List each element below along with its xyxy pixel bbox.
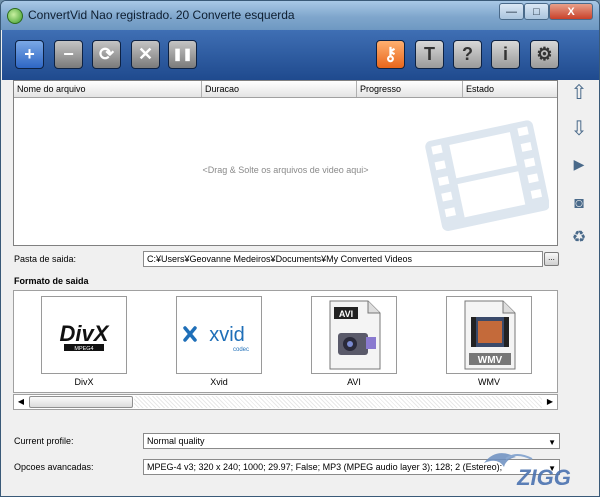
svg-text:ZIGG: ZIGG bbox=[516, 465, 571, 490]
xvid-logo-icon: xvid codec bbox=[183, 324, 249, 353]
scroll-track[interactable] bbox=[134, 396, 542, 408]
profile-select-value: Normal quality bbox=[147, 436, 205, 446]
minimize-button[interactable]: — bbox=[499, 3, 524, 20]
snapshot-camera-icon[interactable]: ◙ bbox=[566, 191, 592, 217]
move-down-arrow-icon[interactable]: ⇩ bbox=[566, 116, 592, 142]
app-window: ConvertVid Nao registrado. 20 Converte e… bbox=[0, 0, 600, 497]
output-folder-label: Pasta de saida: bbox=[14, 254, 77, 264]
stop-button[interactable]: ✕ bbox=[131, 40, 160, 69]
register-key-button[interactable]: ⚷ bbox=[376, 40, 405, 69]
svg-text:MPEG4: MPEG4 bbox=[74, 346, 93, 352]
column-header-filename[interactable]: Nome do arquivo bbox=[14, 81, 202, 97]
output-format-heading: Formato de saida bbox=[14, 276, 89, 286]
maximize-button[interactable]: □ bbox=[524, 3, 549, 20]
file-list-header: Nome do arquivo Duracao Progresso Estado bbox=[14, 81, 557, 98]
format-label-wmv: WMV bbox=[478, 377, 500, 387]
format-option-xvid[interactable]: xvid codec bbox=[176, 296, 262, 374]
svg-text:AVI: AVI bbox=[339, 309, 353, 319]
info-button[interactable]: i bbox=[491, 40, 520, 69]
text-settings-button[interactable]: T bbox=[415, 40, 444, 69]
drop-hint-text: <Drag & Solte os arquivos de video aqui> bbox=[202, 165, 369, 175]
svg-text:codec: codec bbox=[233, 347, 249, 353]
pause-button[interactable]: ❚❚ bbox=[168, 40, 197, 69]
avi-file-icon: AVI bbox=[329, 300, 381, 370]
main-toolbar: + − ⟳ ✕ ❚❚ ⚷ T ? i ⚙ bbox=[2, 30, 599, 80]
wmv-file-icon: WMV bbox=[464, 300, 516, 370]
svg-text:WMV: WMV bbox=[478, 355, 503, 366]
advanced-options-value: MPEG-4 v3; 320 x 240; 1000; 29.97; False… bbox=[147, 462, 503, 472]
format-scrollbar[interactable]: ◀ ▶ bbox=[13, 394, 558, 410]
window-title: ConvertVid Nao registrado. 20 Converte e… bbox=[28, 8, 295, 22]
format-label-avi: AVI bbox=[347, 377, 361, 387]
preview-play-icon[interactable]: ▶ bbox=[566, 151, 592, 177]
column-header-progress[interactable]: Progresso bbox=[357, 81, 463, 97]
trash-icon[interactable]: ♻ bbox=[566, 225, 592, 251]
format-label-xvid: Xvid bbox=[210, 377, 228, 387]
title-bar[interactable]: ConvertVid Nao registrado. 20 Converte e… bbox=[1, 1, 599, 30]
output-folder-field[interactable]: C:¥Users¥Geovanne Medeiros¥Documents¥My … bbox=[143, 251, 543, 267]
close-button[interactable]: X bbox=[549, 3, 593, 20]
format-label-divx: DivX bbox=[74, 377, 94, 387]
convert-button[interactable]: ⟳ bbox=[92, 40, 121, 69]
svg-text:DivX: DivX bbox=[60, 321, 110, 346]
format-option-wmv[interactable]: WMV bbox=[446, 296, 532, 374]
app-logo-icon bbox=[7, 8, 23, 24]
move-up-arrow-icon[interactable]: ⇧ bbox=[566, 80, 592, 106]
scroll-thumb[interactable] bbox=[29, 396, 133, 408]
svg-text:xvid: xvid bbox=[209, 324, 245, 346]
file-list[interactable]: Nome do arquivo Duracao Progresso Estado… bbox=[13, 80, 558, 246]
scroll-left-arrow-icon[interactable]: ◀ bbox=[14, 395, 28, 409]
column-header-duration[interactable]: Duracao bbox=[202, 81, 357, 97]
current-profile-label: Current profile: bbox=[14, 436, 74, 446]
format-gallery: DivX MPEG4 DivX xvid codec Xvid AVI AVI … bbox=[13, 290, 558, 393]
advanced-options-label: Opcoes avancadas: bbox=[14, 462, 94, 472]
remove-file-button[interactable]: − bbox=[54, 40, 83, 69]
browse-folder-button[interactable]: ... bbox=[544, 252, 559, 266]
format-option-avi[interactable]: AVI bbox=[311, 296, 397, 374]
format-option-divx[interactable]: DivX MPEG4 bbox=[41, 296, 127, 374]
divx-logo-icon: DivX MPEG4 bbox=[60, 321, 110, 352]
add-file-button[interactable]: + bbox=[15, 40, 44, 69]
settings-button[interactable]: ⚙ bbox=[530, 40, 559, 69]
column-header-status[interactable]: Estado bbox=[463, 81, 557, 97]
zigg-watermark-logo: ZIGG bbox=[484, 453, 571, 490]
scroll-right-arrow-icon[interactable]: ▶ bbox=[543, 395, 557, 409]
help-button[interactable]: ? bbox=[453, 40, 482, 69]
